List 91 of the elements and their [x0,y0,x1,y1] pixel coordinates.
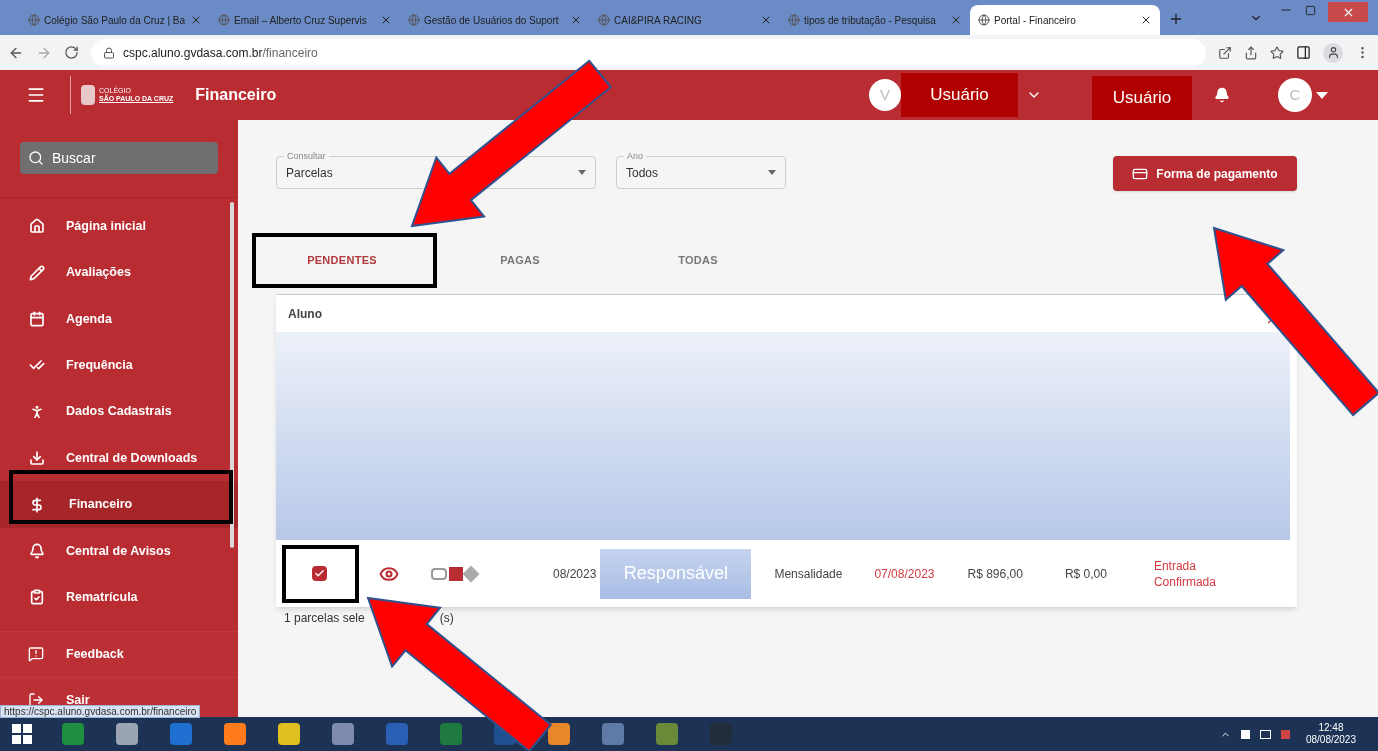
due-date-cell-text: 07/08/2023 [874,565,935,583]
pencil-icon [29,264,45,281]
status-url-tooltip: https://cspc.aluno.gvdasa.com.br/financeiro [0,705,201,718]
sidebar-item[interactable]: Agenda [0,295,238,343]
sidebar-item[interactable]: Avaliações [0,249,238,296]
period-cell-text: 08/2023 [553,565,597,583]
taskbar-app-icon[interactable] [116,723,138,745]
dropdown-arrow-icon [768,170,776,175]
open-in-app-icon[interactable] [1218,45,1232,60]
bookmark-star-icon[interactable] [1270,45,1284,60]
browser-tab[interactable]: tipos de tributação - Pesquisa [780,5,970,35]
favicon-icon [598,14,610,26]
tab[interactable]: TODAS [632,235,764,287]
menu-icon[interactable] [26,85,46,105]
taskbar-app-icon[interactable] [548,723,570,745]
sidebar-item[interactable]: Central de Avisos [0,527,238,575]
tab-title: tipos de tributação - Pesquisa [804,13,937,28]
profile-icon[interactable] [1323,42,1343,63]
logout-icon [28,692,44,708]
search-field[interactable]: Buscar [20,142,218,174]
restore-icon[interactable] [1305,5,1316,16]
user-name: Usuário [1092,76,1192,120]
scrollbar[interactable] [230,202,234,548]
taskbar-app-icon[interactable] [224,723,246,745]
tray-flag-icon[interactable] [1240,729,1250,739]
tray-network-icon[interactable] [1259,729,1271,739]
status-cell-text: Entrada Confirmada [1153,557,1217,590]
home-icon [29,218,45,235]
tab-title: Gestão de Usuários do Suport [424,13,560,28]
download-icon [29,450,45,467]
discount-cell-text: R$ 0,00 [1064,565,1107,583]
favicon-icon [978,14,990,26]
new-tab-icon[interactable] [1168,11,1184,27]
favicon-icon [28,14,40,26]
check-icon [314,568,325,579]
sidebar-item[interactable]: Frequência [0,342,238,389]
windows-start-icon[interactable] [12,724,32,744]
checkbox[interactable] [312,566,327,581]
person-icon [29,403,45,420]
page-title: Financeiro [195,85,277,105]
tab-title: Colégio São Paulo da Cruz | Ba [44,13,186,28]
clipboard-check-icon [29,589,45,606]
taskbar-app-icon[interactable] [332,723,354,745]
browser-tab[interactable]: Email – Alberto Cruz Supervis [210,5,400,35]
tab-title: Email – Alberto Cruz Supervis [234,13,368,28]
close-icon[interactable] [1140,14,1152,26]
caret-icon[interactable] [1316,91,1328,99]
reload-icon[interactable] [64,45,79,60]
share-icon[interactable] [1244,45,1258,60]
dropdown-arrow-icon [578,170,586,175]
calendar-icon [29,310,45,327]
notification-bell-icon[interactable] [1214,87,1230,103]
tab-title: Portal - Financeiro [994,13,1077,28]
sidebar-item[interactable]: Rematrícula [0,574,238,621]
taskbar-app-icon[interactable] [278,723,300,745]
browser-tab[interactable]: CAI&PIRA RACING [590,5,780,35]
group-label: Aluno [288,305,322,323]
sidebar-item[interactable]: Central de Downloads [0,434,238,482]
tab[interactable]: PENDENTES [276,235,408,287]
search-icon [28,150,44,166]
side-panel-icon[interactable] [1296,45,1311,60]
amount-cell-text: R$ 896,00 [967,565,1023,583]
favicon-icon [218,14,230,26]
tab[interactable]: PAGAS [454,235,586,287]
browser-tab[interactable]: Gestão de Usuários do Suport [400,5,590,35]
dollar-icon [29,496,45,513]
browser-tab[interactable]: Colégio São Paulo da Cruz | Ba [20,5,210,35]
lock-icon [103,46,115,59]
address-bar[interactable]: cspc.aluno.gvdasa.com.br/financeiro [91,38,1206,67]
tab-title: CAI&PIRA RACING [614,13,703,28]
clock[interactable]: 12:48 08/08/2023 [1305,722,1356,746]
bell-icon [29,542,45,559]
field-label: Consultar [284,150,329,162]
sidebar-item[interactable]: Página inicial [0,203,238,250]
person-icon [1326,46,1340,59]
feedback-icon [28,646,44,662]
type-cell-text: Mensalidade [774,565,843,583]
payment-type-icons [431,566,477,581]
user-name: Usuário [901,73,1018,117]
crest-icon [81,85,95,105]
tray-volume-icon[interactable] [1280,729,1290,739]
favicon-icon [408,14,420,26]
close-window-button[interactable] [1328,2,1368,22]
favicon-icon [788,14,800,26]
payment-method-button[interactable]: Forma de pagamento [1113,156,1297,191]
browser-tab[interactable]: Portal - Financeiro [970,5,1160,35]
field-label: Ano [624,150,646,162]
sidebar-item[interactable]: Dados Cadastrais [0,388,238,435]
selection-note: 1 parcelas sele [284,610,365,627]
selection-note: (s) [439,610,454,627]
responsible-cell: Responsável [600,548,752,599]
